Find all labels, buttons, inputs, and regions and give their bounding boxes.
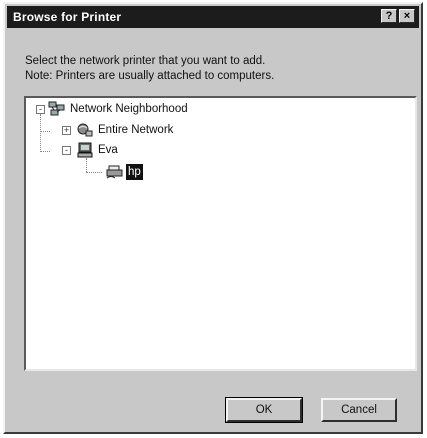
expander-entire-network[interactable]: + (62, 126, 71, 135)
cancel-button[interactable]: Cancel (321, 398, 397, 422)
expander-network-neighborhood[interactable]: - (36, 105, 45, 114)
browse-for-printer-dialog: Browse for Printer ? × Select the networ… (3, 2, 423, 434)
computer-icon (77, 142, 93, 158)
instruction-line-2: Note: Printers are usually attached to c… (25, 70, 275, 82)
tree-item-hp-printer[interactable]: hp (126, 164, 143, 180)
tree-item-entire-network[interactable]: Entire Network (98, 122, 173, 138)
ok-button[interactable]: OK (225, 397, 303, 423)
window-title: Browse for Printer (13, 10, 122, 24)
network-neighborhood-icon (48, 101, 65, 116)
instruction-line-1: Select the network printer that you want… (25, 55, 266, 67)
printer-tree-view[interactable]: - Network Neighborhood + Entire Network … (24, 96, 417, 371)
tree-item-eva[interactable]: Eva (98, 142, 118, 158)
tree-item-network-neighborhood[interactable]: Network Neighborhood (70, 101, 188, 117)
tree-connector (86, 172, 102, 173)
instructions: Select the network printer that you want… (25, 54, 274, 84)
entire-network-icon (77, 123, 93, 137)
tree-connector (40, 151, 50, 152)
shared-printer-icon (106, 165, 123, 179)
close-button[interactable]: × (399, 9, 415, 23)
tree-connector (40, 131, 50, 132)
tree-connector (40, 114, 41, 152)
tree-connector (86, 158, 87, 172)
help-button[interactable]: ? (381, 9, 397, 23)
expander-eva[interactable]: - (62, 146, 71, 155)
title-bar[interactable]: Browse for Printer ? × (7, 6, 419, 28)
